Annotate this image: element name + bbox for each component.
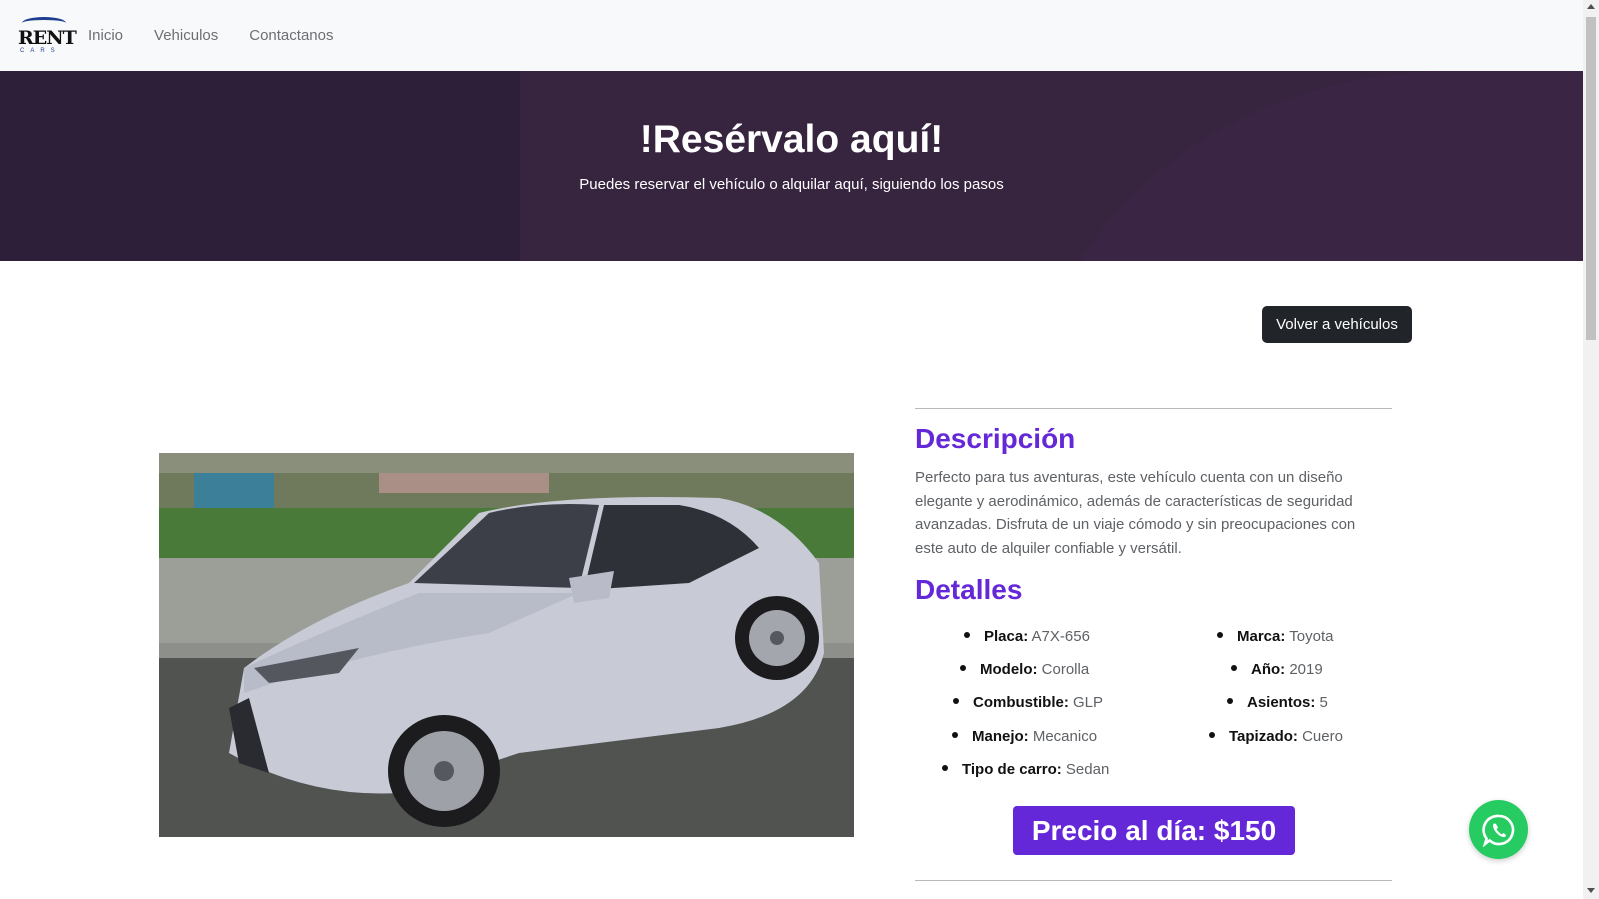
nav-link-contactanos[interactable]: Contactanos xyxy=(249,27,333,44)
bullet xyxy=(952,732,958,739)
logo-word: RENT xyxy=(18,26,77,49)
bullet xyxy=(953,698,959,705)
detail-tapizado: Tapizado: Cuero xyxy=(1209,728,1343,745)
back-to-vehicles-button[interactable]: Volver a vehículos xyxy=(1262,306,1412,343)
hero-subtitle: Puedes reservar el vehículo o alquilar a… xyxy=(579,176,1004,193)
car-image xyxy=(159,453,854,837)
detail-placa: Placa: A7X-656 xyxy=(964,628,1090,645)
top-navbar: RENT CARS Inicio Vehiculos Contactanos xyxy=(0,0,1583,71)
car-photo xyxy=(159,453,854,837)
detail-anio: Año: 2019 xyxy=(1231,661,1323,678)
detail-tipo-de-carro: Tipo de carro: Sedan xyxy=(942,761,1109,778)
description-text: Perfecto para tus aventuras, este vehícu… xyxy=(915,469,1356,557)
logo-subtext: CARS xyxy=(20,47,61,54)
divider-top xyxy=(915,408,1392,409)
nav-link-inicio[interactable]: Inicio xyxy=(88,27,123,44)
detail-asientos: Asientos: 5 xyxy=(1227,694,1328,711)
bullet xyxy=(942,765,948,772)
divider-bottom xyxy=(915,880,1392,881)
bullet xyxy=(1217,632,1223,639)
bullet xyxy=(1227,698,1233,705)
nav-link-vehiculos[interactable]: Vehiculos xyxy=(154,27,218,44)
bullet xyxy=(960,665,966,672)
scroll-down-arrow-icon[interactable] xyxy=(1587,888,1595,893)
scroll-up-arrow-icon[interactable] xyxy=(1587,4,1595,9)
rent-cars-logo[interactable]: RENT CARS xyxy=(18,15,77,57)
price-per-day-badge: Precio al día: $150 xyxy=(1013,806,1295,855)
details-title: Detalles xyxy=(915,574,1023,605)
bullet xyxy=(1231,665,1237,672)
detail-combustible: Combustible: GLP xyxy=(953,694,1103,711)
scrollbar-thumb[interactable] xyxy=(1586,17,1596,340)
description-title: Descripción xyxy=(915,423,1076,454)
whatsapp-icon xyxy=(1481,814,1514,847)
hero-banner: !Resérvalo aquí! Puedes reservar el vehí… xyxy=(0,71,1583,261)
hero-title: !Resérvalo aquí! xyxy=(639,118,944,161)
page-scrollbar[interactable] xyxy=(1583,0,1599,899)
detail-modelo: Modelo: Corolla xyxy=(960,661,1089,678)
bullet xyxy=(964,632,970,639)
whatsapp-button[interactable] xyxy=(1469,800,1528,859)
detail-manejo: Manejo: Mecanico xyxy=(952,728,1097,745)
bullet xyxy=(1209,732,1215,739)
detail-marca: Marca: Toyota xyxy=(1217,628,1333,645)
